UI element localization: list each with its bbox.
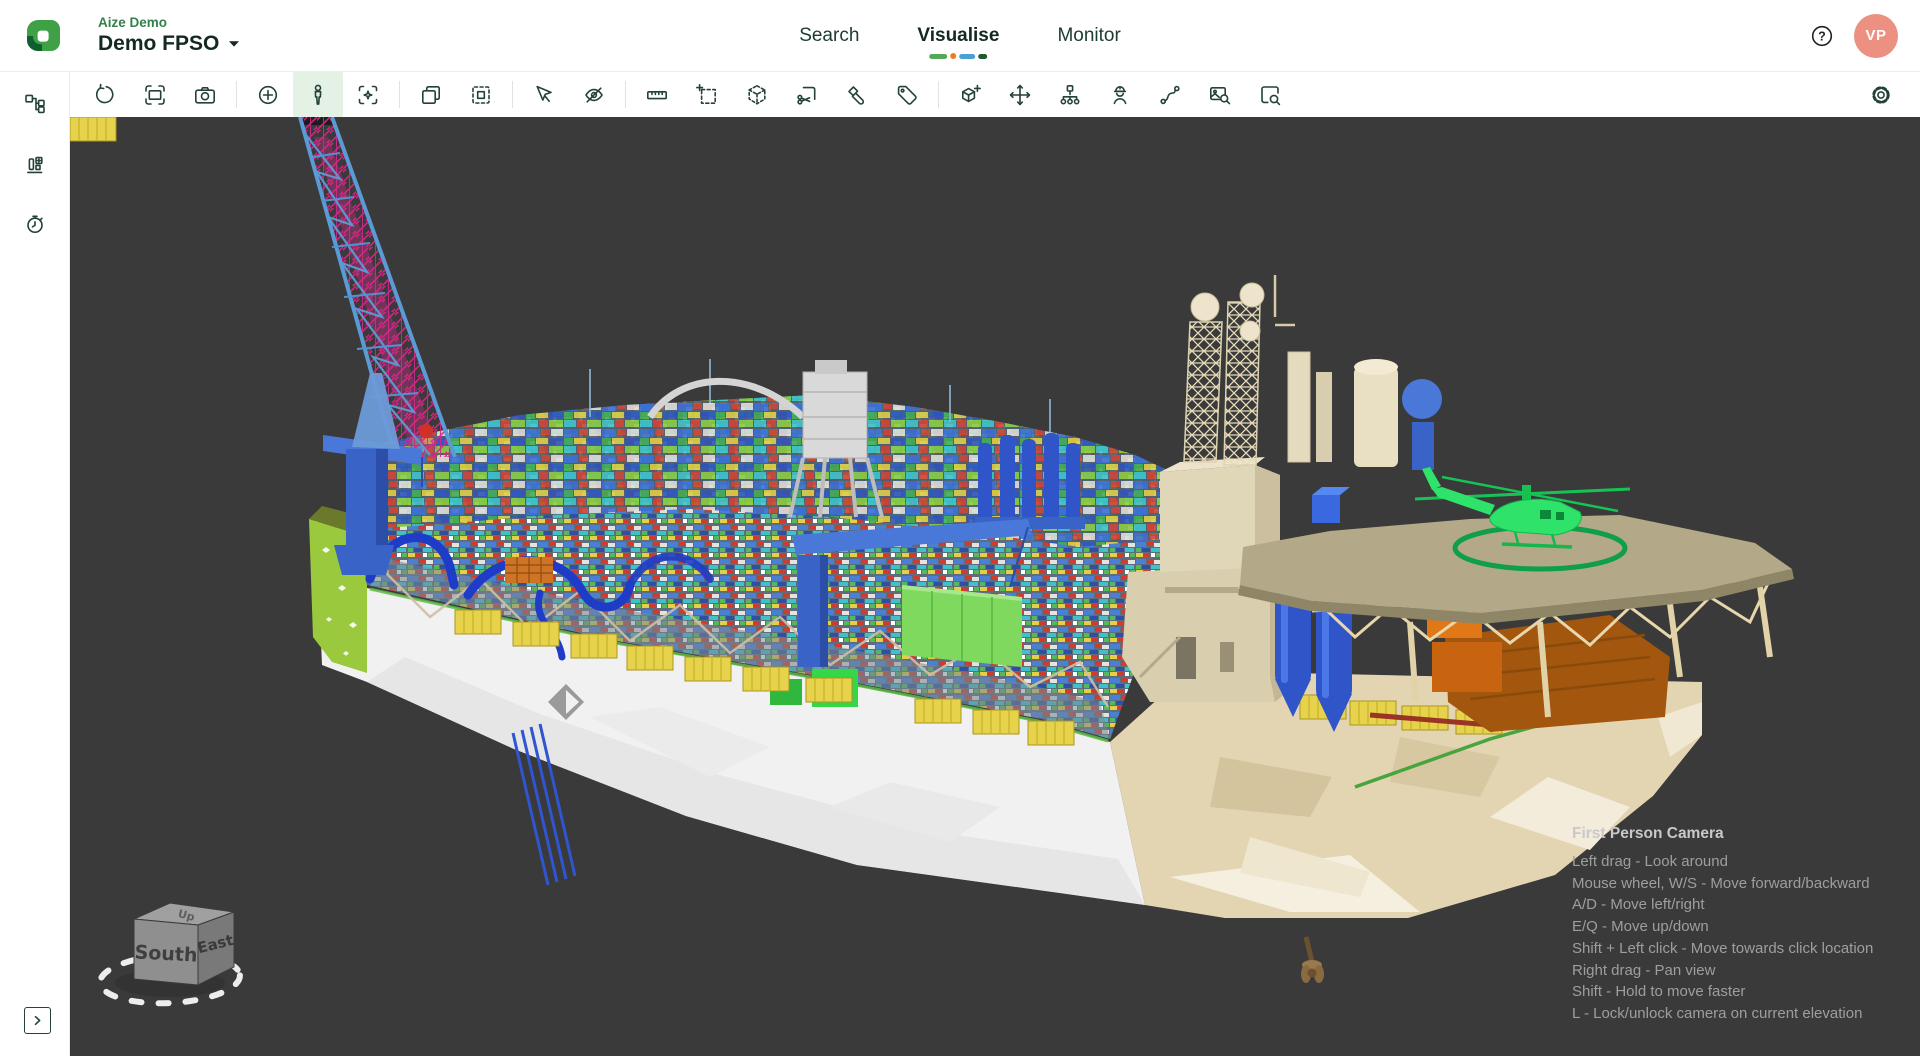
area-select-icon <box>695 83 719 107</box>
derrick-red-light <box>419 424 433 438</box>
volume-select-icon <box>745 83 769 107</box>
first-person-camera-icon <box>306 83 330 107</box>
paint-icon <box>845 83 869 107</box>
area-select-button[interactable] <box>689 76 725 113</box>
brand-block: Aize Demo Demo FPSO <box>98 15 240 57</box>
duplicate-selection-icon <box>469 83 493 107</box>
add-chart-button[interactable] <box>17 146 53 182</box>
workspace-selector[interactable]: Demo FPSO <box>98 31 240 57</box>
model-tree-button[interactable] <box>17 86 53 122</box>
tab-search[interactable]: Search <box>799 25 859 47</box>
tag-button[interactable] <box>889 76 925 113</box>
tab-monitor[interactable]: Monitor <box>1057 25 1120 47</box>
orbit-target-button[interactable] <box>250 76 286 113</box>
blue-vent-stacks <box>975 433 1085 529</box>
aize-logo-icon <box>24 17 62 55</box>
timer-icon <box>23 212 47 236</box>
viewer-toolbar <box>70 72 1920 117</box>
screenshot-button[interactable] <box>187 76 223 113</box>
hide-objects-icon <box>582 83 606 107</box>
fit-view-button[interactable] <box>137 76 173 113</box>
help-button[interactable]: ? <box>1804 18 1840 54</box>
app-header: Aize Demo Demo FPSO Search Visualise Mon… <box>0 0 1920 72</box>
gear-icon <box>1869 83 1893 107</box>
measure-button[interactable] <box>639 76 675 113</box>
search-in-view-button[interactable] <box>1252 76 1288 113</box>
duplicate-icon <box>419 83 443 107</box>
path-button[interactable] <box>1152 76 1188 113</box>
measure-icon <box>645 83 669 107</box>
fpso-3d-scene[interactable]: South East Up <box>70 117 1920 1056</box>
active-tab-underline <box>929 53 987 59</box>
tag-icon <box>895 83 919 107</box>
select-cursor-icon <box>532 83 556 107</box>
volume-select-button[interactable] <box>739 76 775 113</box>
header-right: ? VP <box>1804 14 1898 58</box>
reset-view-icon <box>93 83 117 107</box>
first-person-camera-button[interactable] <box>293 72 343 117</box>
main-nav: Search Visualise Monitor <box>799 0 1121 72</box>
focus-selection-icon <box>356 83 380 107</box>
clip-plane-button[interactable] <box>789 76 825 113</box>
duplicate-button[interactable] <box>413 76 449 113</box>
expand-panel-button[interactable] <box>24 1007 51 1034</box>
worker-icon <box>1108 83 1132 107</box>
hide-objects-button[interactable] <box>576 76 612 113</box>
add-chart-icon <box>23 152 47 176</box>
image-search-icon <box>1208 83 1232 107</box>
avatar[interactable]: VP <box>1854 14 1898 58</box>
duplicate-selection-button[interactable] <box>463 76 499 113</box>
fit-view-icon <box>143 83 167 107</box>
screenshot-icon <box>193 83 217 107</box>
hierarchy-button[interactable] <box>1052 76 1088 113</box>
app-name: Aize Demo <box>98 15 240 31</box>
clip-plane-icon <box>795 83 819 107</box>
reset-view-button[interactable] <box>87 76 123 113</box>
chevron-down-icon <box>228 40 240 48</box>
tab-visualise-label: Visualise <box>917 25 999 46</box>
chevron-right-icon <box>29 1012 46 1029</box>
timer-button[interactable] <box>17 206 53 242</box>
focus-selection-button[interactable] <box>350 76 386 113</box>
paint-button[interactable] <box>839 76 875 113</box>
left-sidebar <box>0 72 70 1056</box>
move-object-button[interactable] <box>1002 76 1038 113</box>
orbit-target-icon <box>256 83 280 107</box>
image-search-button[interactable] <box>1202 76 1238 113</box>
tab-visualise[interactable]: Visualise <box>917 25 999 47</box>
nav-cube-front-label[interactable]: South <box>134 941 198 966</box>
add-model-icon <box>958 83 982 107</box>
search-in-view-icon <box>1258 83 1282 107</box>
worker-button[interactable] <box>1102 76 1138 113</box>
help-icon: ? <box>1810 24 1834 48</box>
path-icon <box>1158 83 1182 107</box>
select-cursor-button[interactable] <box>526 76 562 113</box>
hierarchy-icon <box>1058 83 1082 107</box>
workspace-name: Demo FPSO <box>98 31 219 57</box>
move-object-icon <box>1008 83 1032 107</box>
viewer-settings-button[interactable] <box>1863 76 1899 113</box>
svg-text:?: ? <box>1818 29 1826 43</box>
model-tree-icon <box>23 92 47 116</box>
viewer-canvas[interactable]: South East Up First Person Camera Left d… <box>70 117 1920 1056</box>
add-model-button[interactable] <box>952 76 988 113</box>
